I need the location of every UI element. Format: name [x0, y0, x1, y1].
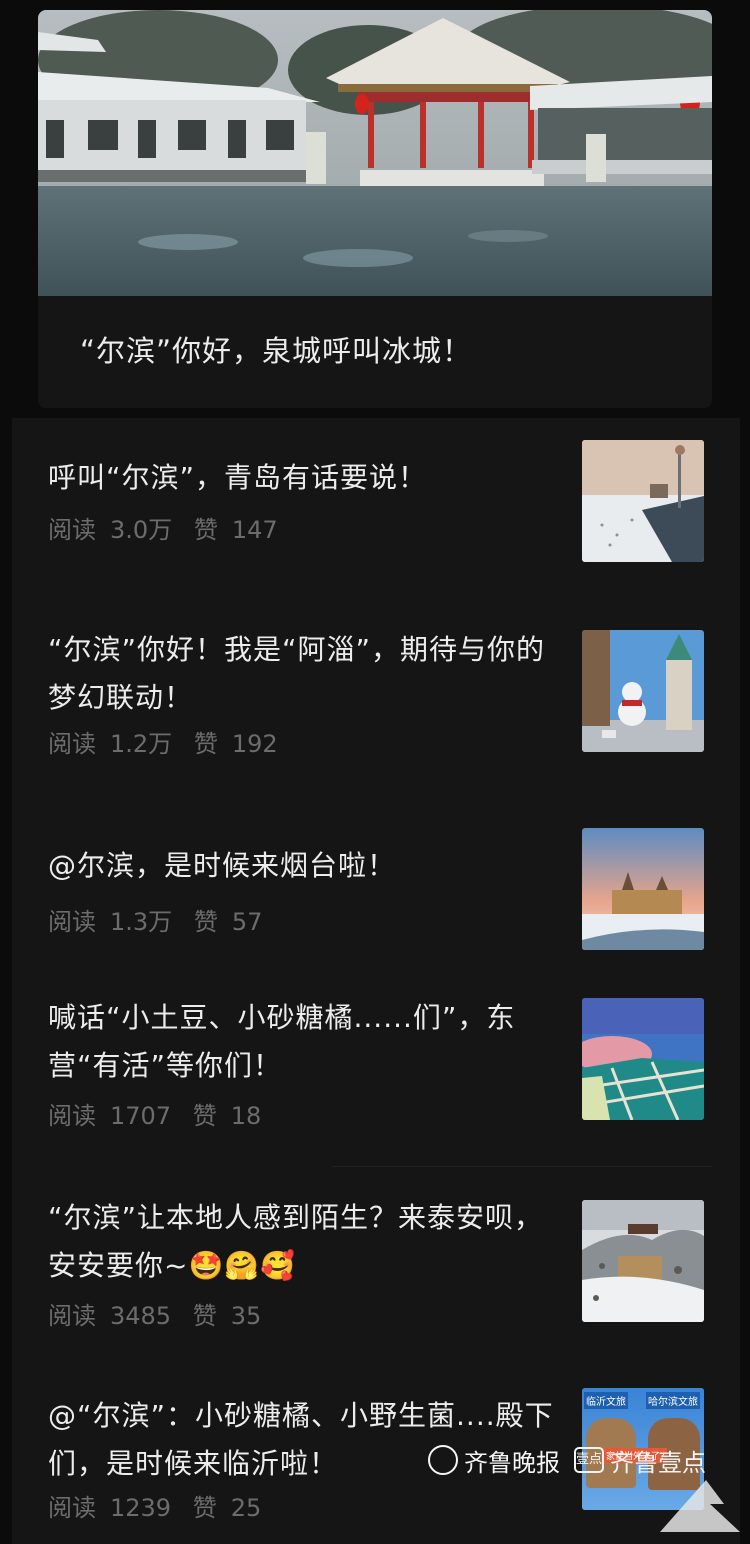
- list-item[interactable]: “尔滨”让本地人感到陌生？来泰安呗，安安要你~🤩🤗🥰 阅读 3485 赞 35: [12, 1168, 740, 1358]
- article-stats: 阅读 3485 赞 35: [48, 1296, 275, 1331]
- list-item[interactable]: 呼叫“尔滨”，青岛有话要说！ 阅读 3.0万 赞 147: [12, 418, 740, 598]
- article-list: 呼叫“尔滨”，青岛有话要说！ 阅读 3.0万 赞 147 “尔滨”你好！我是“阿淄”…: [12, 418, 740, 1544]
- article-stats: 阅读 1707 赞 18: [48, 1096, 275, 1131]
- like-count: 192: [231, 730, 278, 758]
- article-stats: 阅读 1.3万 赞 57: [48, 902, 276, 937]
- list-item[interactable]: @尔滨，是时候来烟台啦！ 阅读 1.3万 赞 57: [12, 802, 740, 986]
- seaside-pier-snow-image: [582, 440, 704, 562]
- list-item[interactable]: “尔滨”你好！我是“阿淄”，期待与你的梦幻联动！ 阅读 1.2万 赞 192: [12, 600, 740, 800]
- article-title: @尔滨，是时候来烟台啦！: [48, 849, 397, 882]
- featured-article-card[interactable]: “尔滨”你好，泉城呼叫冰城！: [38, 10, 712, 408]
- mountain-gate-snow-image: [582, 1200, 704, 1322]
- article-title: “尔滨”让本地人感到陌生？来泰安呗，安安要你~🤩🤗🥰: [48, 1201, 544, 1282]
- read-label: 阅读: [48, 1494, 96, 1522]
- watermark-brand-1: 齐鲁晚报: [464, 1448, 560, 1477]
- like-count: 147: [231, 516, 278, 544]
- brand-circle-icon: [428, 1445, 458, 1475]
- like-label: 赞: [192, 1102, 217, 1130]
- like-label: 赞: [193, 516, 218, 544]
- read-label: 阅读: [48, 1302, 96, 1330]
- mountain-logo-icon: [660, 1480, 740, 1532]
- read-label: 阅读: [48, 1102, 96, 1130]
- left-tag: 临沂文旅: [584, 1392, 628, 1409]
- read-label: 阅读: [48, 516, 96, 544]
- pavilion-spring-snow-image: [38, 10, 712, 296]
- right-tag: 哈尔滨文旅: [646, 1392, 700, 1409]
- snowman-tower-image: [582, 630, 704, 752]
- read-label: 阅读: [48, 908, 96, 936]
- like-label: 赞: [193, 908, 218, 936]
- read-count: 1707: [110, 1102, 172, 1130]
- watermark-box: 壹点: [574, 1447, 604, 1473]
- article-stats: 阅读 3.0万 赞 147: [48, 510, 292, 545]
- list-item[interactable]: 喊话“小土豆、小砂糖橘......们”，东营“有活”等你们！ 阅读 1707 赞1…: [12, 988, 740, 1164]
- read-label: 阅读: [48, 730, 96, 758]
- read-count: 1239: [110, 1494, 172, 1522]
- read-count: 3.0万: [110, 516, 173, 544]
- salt-fields-aerial-image: [582, 998, 704, 1120]
- watermark-brand-2: 齐鲁壹点: [610, 1448, 706, 1477]
- read-count: 1.2万: [110, 730, 173, 758]
- featured-article-title: “尔滨”你好，泉城呼叫冰城！: [80, 334, 473, 368]
- castle-sunset-image: [582, 828, 704, 950]
- article-title: 喊话“小土豆、小砂糖橘......们”，东营“有活”等你们！: [48, 1001, 516, 1082]
- article-title: 呼叫“尔滨”，青岛有话要说！: [48, 461, 428, 494]
- read-count: 3485: [110, 1302, 172, 1330]
- like-label: 赞: [192, 1302, 217, 1330]
- like-count: 35: [230, 1302, 262, 1330]
- article-stats: 阅读 1239 赞 25: [48, 1488, 275, 1523]
- like-count: 25: [230, 1494, 262, 1522]
- article-title: “尔滨”你好！我是“阿淄”，期待与你的梦幻联动！: [48, 633, 546, 714]
- like-count: 18: [230, 1102, 262, 1130]
- article-stats: 阅读 1.2万 赞 192: [48, 724, 292, 759]
- read-count: 1.3万: [110, 908, 173, 936]
- like-count: 57: [231, 908, 263, 936]
- like-label: 赞: [193, 730, 218, 758]
- divider: [332, 1166, 712, 1167]
- like-label: 赞: [192, 1494, 217, 1522]
